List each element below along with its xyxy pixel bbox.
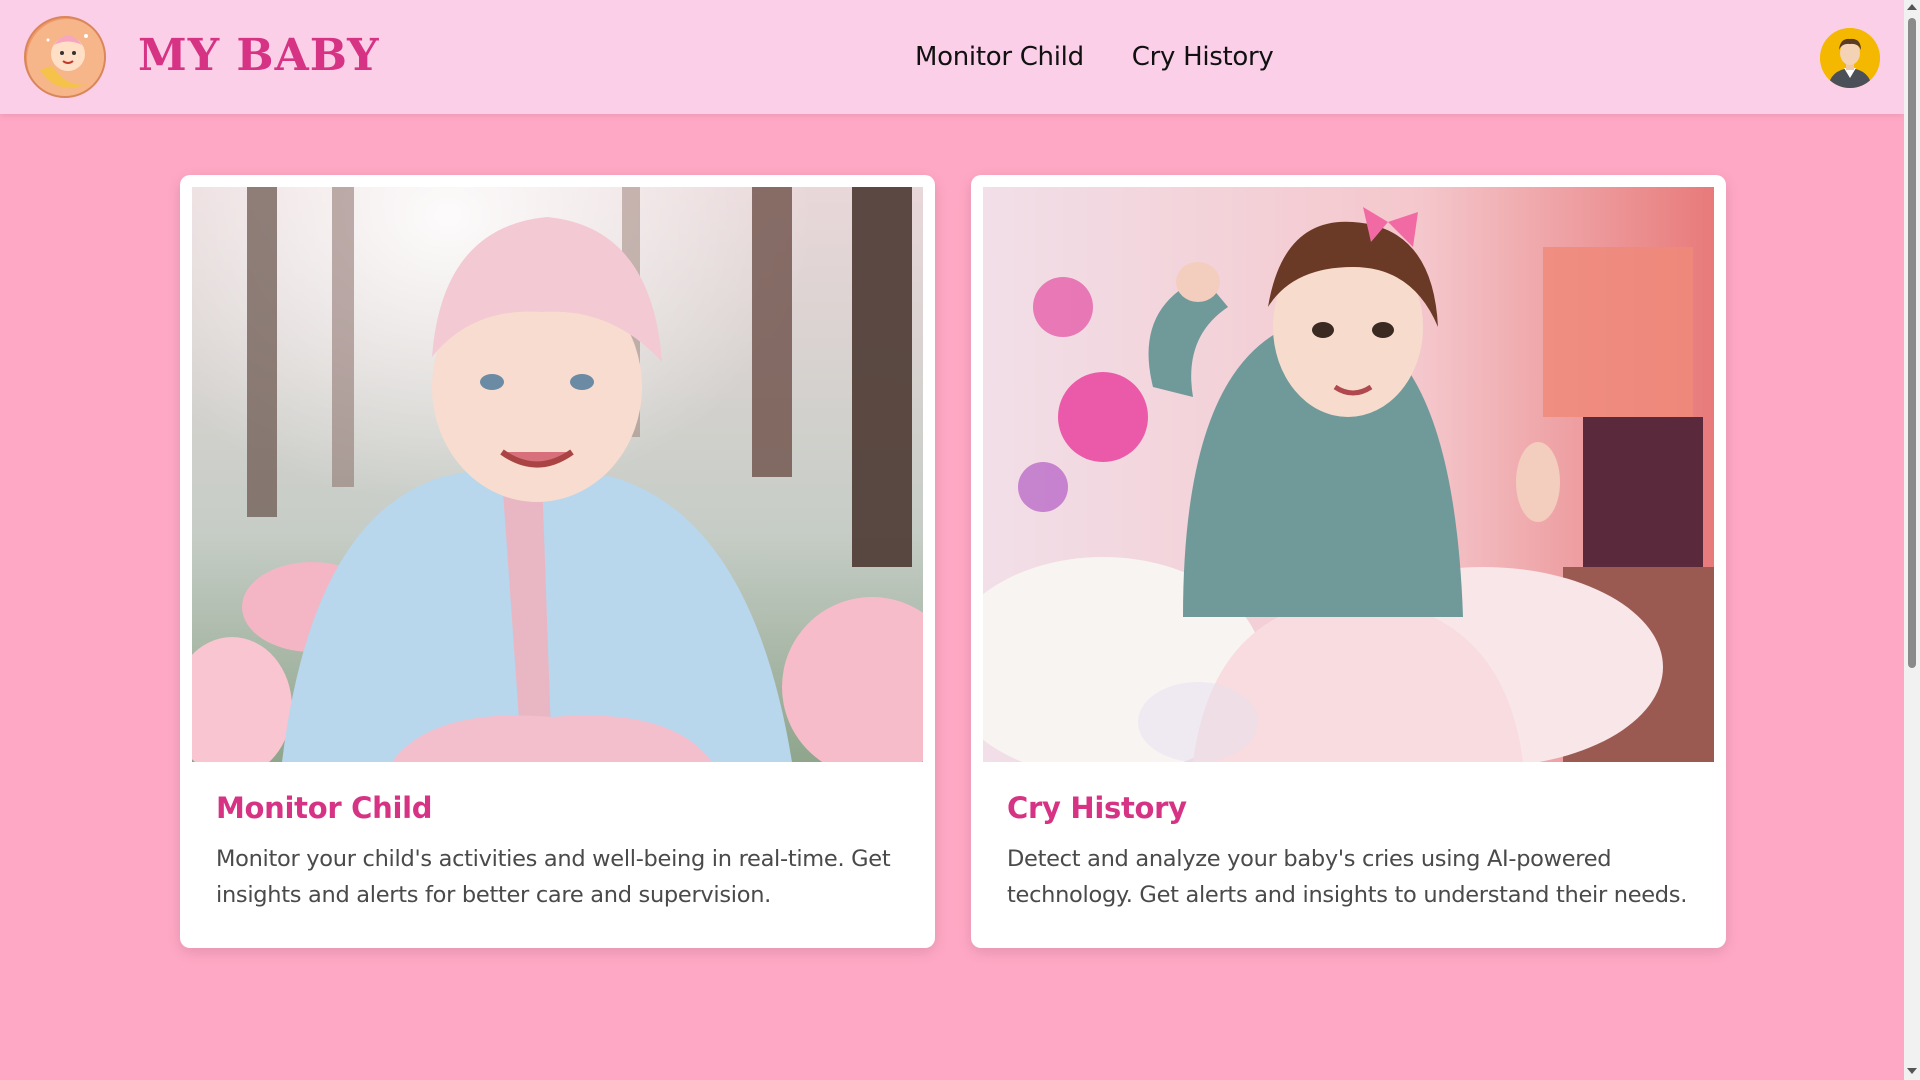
card-title[interactable]: Monitor Child	[216, 791, 433, 825]
scroll-up-arrow-icon[interactable]	[1907, 4, 1917, 10]
nav-item-monitor-child[interactable]: Monitor Child	[915, 42, 1084, 72]
top-header: MY BABY Monitor Child Cry History	[0, 0, 1904, 114]
scroll-down-arrow-icon[interactable]	[1907, 1068, 1917, 1074]
card-cry-history[interactable]: Cry History Detect and analyze your baby…	[971, 175, 1726, 948]
baby-girl-in-teal-sweater-photo	[983, 187, 1714, 762]
nav-item-cry-history[interactable]: Cry History	[1132, 42, 1274, 72]
vertical-scrollbar[interactable]	[1904, 0, 1920, 1080]
baby-moon-logo-icon[interactable]	[24, 16, 106, 98]
brand-title: MY BABY	[138, 30, 380, 81]
card-description: Detect and analyze your baby's cries usi…	[1007, 846, 1688, 908]
card-monitor-child[interactable]: Monitor Child Monitor your child's activ…	[180, 175, 935, 948]
user-avatar-icon[interactable]	[1820, 28, 1880, 88]
scrollbar-thumb[interactable]	[1908, 18, 1916, 668]
baby-in-blue-hoodie-photo	[192, 187, 923, 762]
main-nav: Monitor Child Cry History	[915, 42, 1274, 72]
card-description: Monitor your child's activities and well…	[216, 846, 891, 908]
card-title[interactable]: Cry History	[1007, 791, 1187, 825]
